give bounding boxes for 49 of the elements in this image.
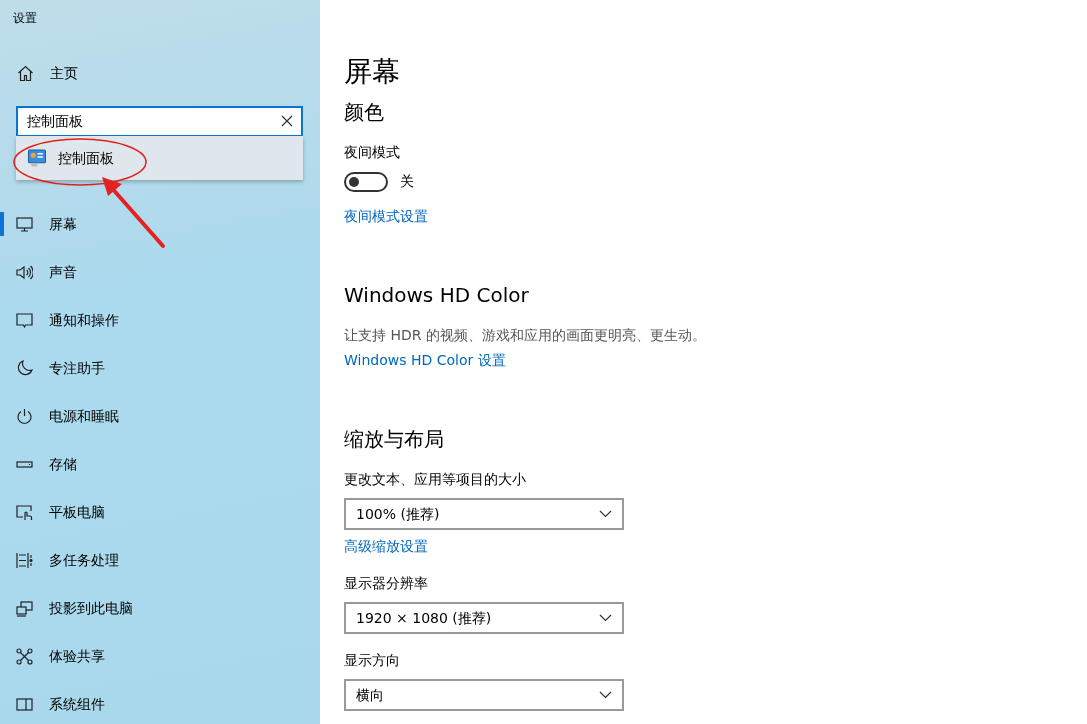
message-icon bbox=[16, 311, 33, 329]
sidebar-item[interactable]: 多任务处理 bbox=[0, 536, 320, 584]
settings-link[interactable]: 夜间模式设置 bbox=[344, 208, 428, 224]
clear-button[interactable] bbox=[280, 114, 294, 128]
page-title: 屏幕 bbox=[344, 58, 401, 86]
description-text: 让支持 HDR 的视频、游戏和应用的画面更明亮、更生动。 bbox=[344, 326, 707, 345]
sidebar-item[interactable]: 专注助手 bbox=[0, 344, 320, 392]
dropdown[interactable]: 100% (推荐) bbox=[344, 498, 624, 530]
dropdown[interactable]: 横向 bbox=[344, 679, 624, 711]
sidebar-item[interactable]: 通知和操作 bbox=[0, 296, 320, 344]
panel-icon bbox=[16, 695, 33, 713]
section-heading: 缩放与布局 bbox=[344, 427, 445, 451]
sidebar-item[interactable]: 电源和睡眠 bbox=[0, 392, 320, 440]
section-heading: 颜色 bbox=[344, 100, 385, 124]
toggle-switch[interactable] bbox=[344, 171, 388, 192]
section-heading: Windows HD Color bbox=[344, 283, 530, 307]
chevron-icon bbox=[599, 614, 612, 622]
sidebar-item[interactable]: 投影到此电脑 bbox=[0, 584, 320, 632]
sidebar-item[interactable]: 体验共享 bbox=[0, 632, 320, 680]
power-icon bbox=[16, 407, 33, 425]
setting-label: 显示方向 bbox=[344, 651, 401, 670]
window-title: 设置 bbox=[12, 10, 38, 27]
speaker-icon bbox=[16, 263, 33, 281]
sidebar-item[interactable]: 声音 bbox=[0, 248, 320, 296]
dropdown[interactable]: 1920 × 1080 (推荐) bbox=[344, 602, 624, 634]
home-nav-item[interactable]: 主页 bbox=[0, 62, 78, 84]
setting-label: 显示器分辨率 bbox=[344, 574, 429, 593]
share-icon bbox=[16, 647, 33, 665]
settings-link[interactable]: Windows HD Color 设置 bbox=[344, 352, 506, 368]
sidebar-item[interactable]: 平板电脑 bbox=[0, 488, 320, 536]
control-panel-icon bbox=[28, 149, 46, 167]
moon-icon bbox=[16, 359, 33, 377]
chevron-icon bbox=[599, 691, 612, 699]
sidebar-item[interactable]: 系统组件 bbox=[0, 680, 320, 724]
tablet-icon bbox=[16, 503, 33, 521]
home-icon bbox=[17, 64, 34, 82]
chevron-icon bbox=[599, 510, 612, 518]
sidebar-item[interactable]: 存储 bbox=[0, 440, 320, 488]
multitask-icon bbox=[16, 551, 33, 569]
annotation-arrow bbox=[102, 177, 165, 248]
setting-label: 更改文本、应用等项目的大小 bbox=[344, 470, 527, 489]
projector-icon bbox=[16, 599, 33, 617]
setting-label: 夜间模式 bbox=[344, 143, 401, 162]
sidebar-item[interactable]: 屏幕 bbox=[0, 200, 320, 248]
toggle-state: 关 bbox=[400, 172, 414, 191]
search-suggestion[interactable]: 控制面板 bbox=[16, 136, 303, 180]
settings-link[interactable]: 高级缩放设置 bbox=[344, 538, 428, 554]
search-field[interactable]: 控制面板 bbox=[16, 106, 303, 137]
monitor-icon bbox=[16, 215, 33, 233]
